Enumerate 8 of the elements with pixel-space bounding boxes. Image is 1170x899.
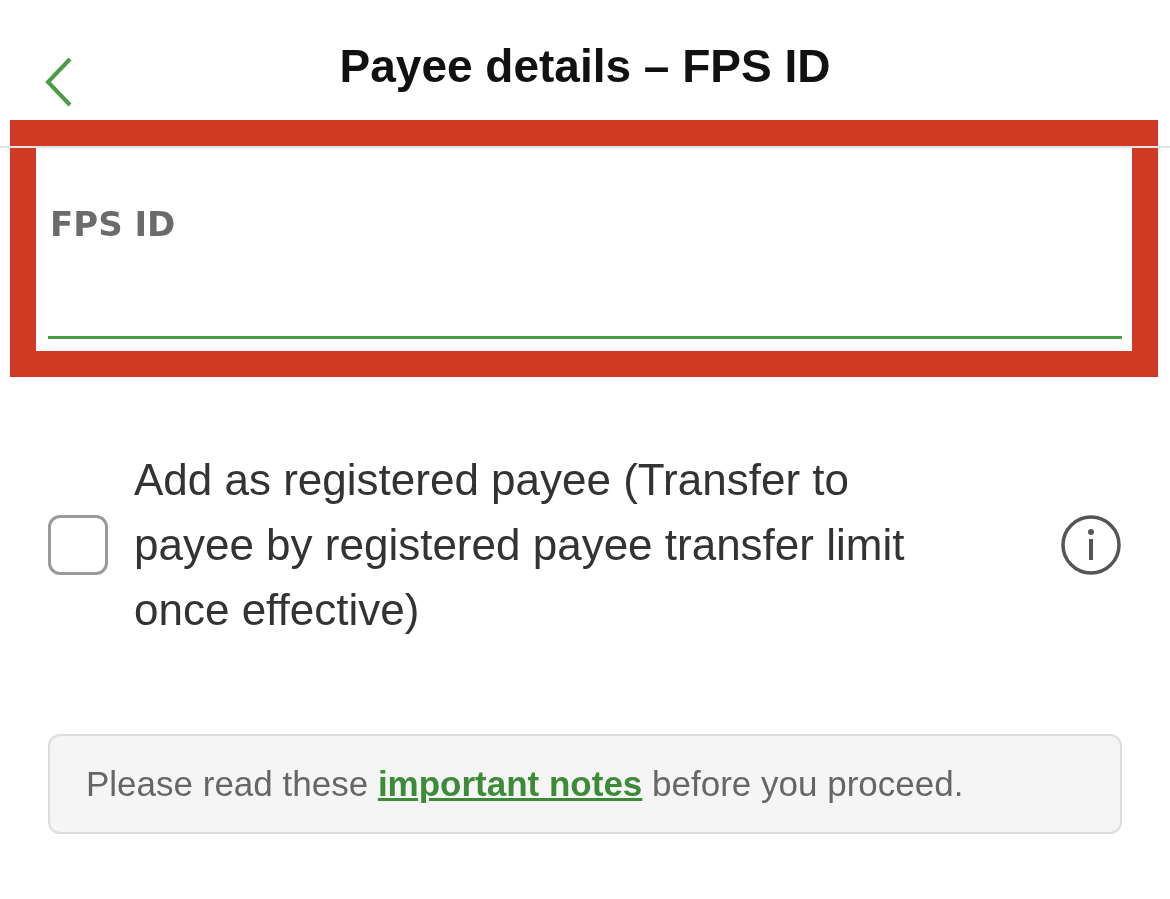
page-title: Payee details – FPS ID [339,39,831,94]
important-notes-link[interactable]: important notes [377,764,643,803]
info-button[interactable] [1060,513,1122,576]
checkbox[interactable] [48,514,108,575]
checkbox-label: Add as registered payee (Transfer to payee by registered payee transfer limit once effective) [134,454,906,636]
info-icon [1060,513,1122,576]
back-icon [44,56,74,108]
notes-text: Please read these important notes before you proceed. [86,764,965,804]
